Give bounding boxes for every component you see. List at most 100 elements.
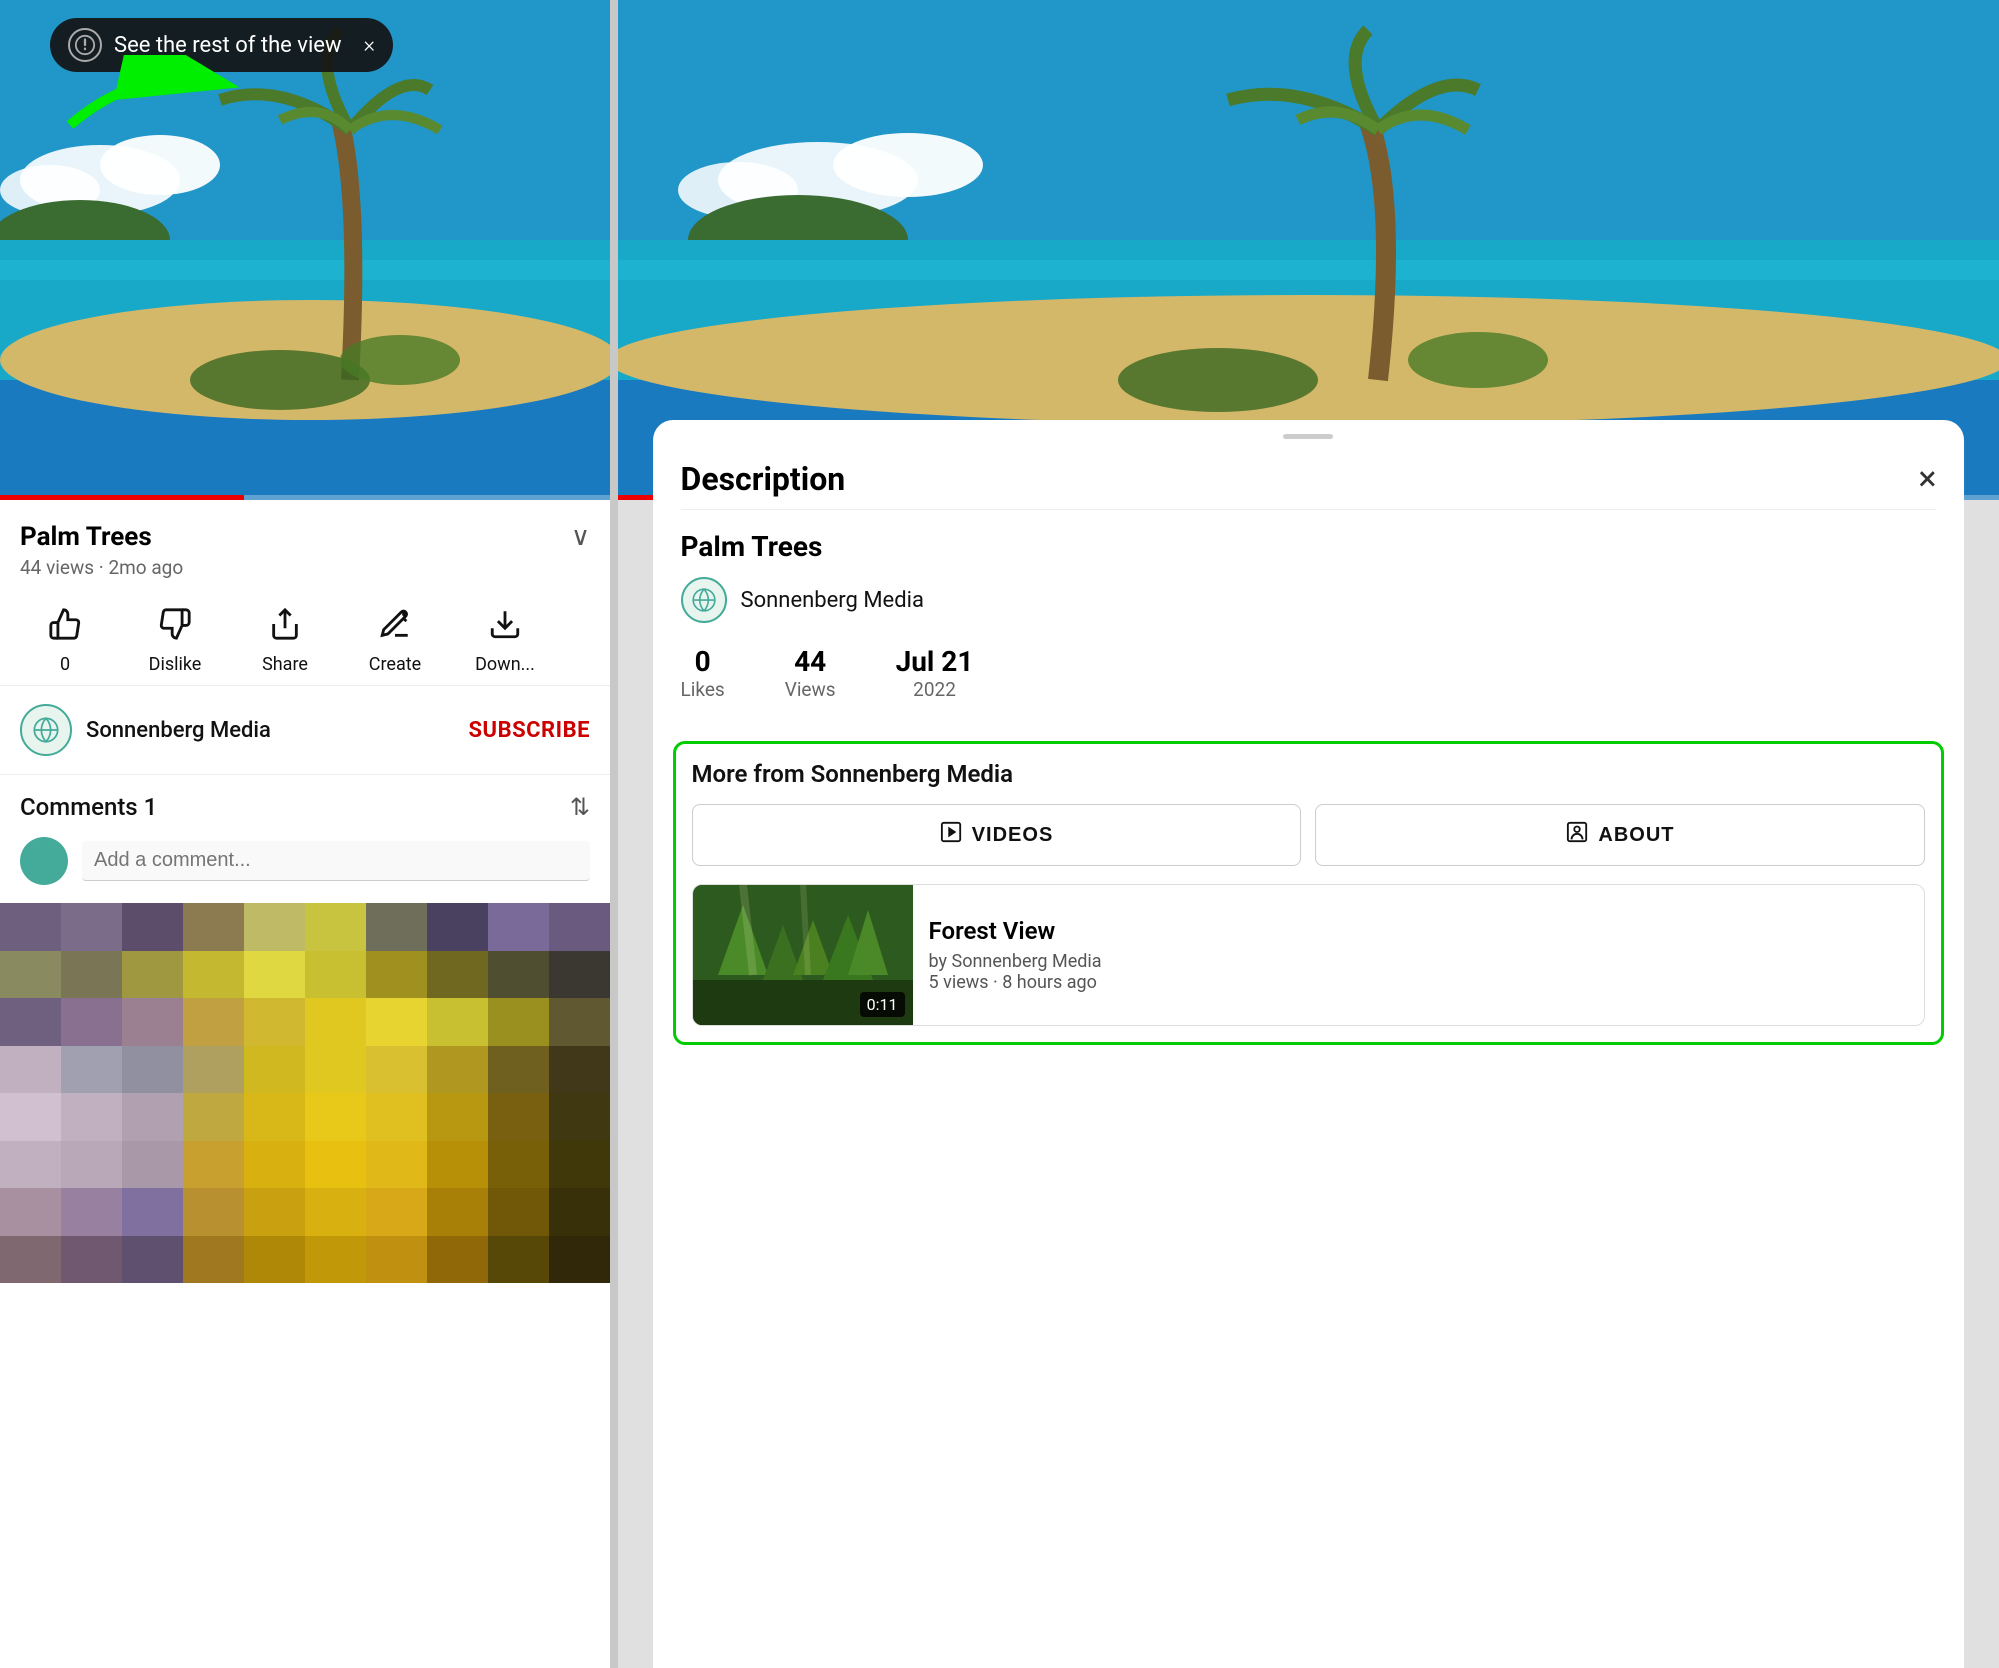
color-cell bbox=[427, 1141, 488, 1189]
color-cell bbox=[0, 1093, 61, 1141]
stat-views-label: Views bbox=[785, 678, 836, 701]
download-icon bbox=[488, 607, 522, 649]
stat-views: 44 Views bbox=[785, 645, 836, 701]
progress-bar-left bbox=[0, 495, 610, 500]
color-cell bbox=[0, 1046, 61, 1094]
like-count: 0 bbox=[60, 654, 70, 675]
color-cell bbox=[122, 1046, 183, 1094]
about-label: ABOUT bbox=[1598, 824, 1674, 847]
color-cell bbox=[183, 903, 244, 951]
stat-date-value: Jul 21 bbox=[896, 645, 974, 678]
color-cell bbox=[488, 1141, 549, 1189]
sort-icon[interactable]: ⇅ bbox=[570, 793, 590, 821]
panel-divider bbox=[610, 0, 618, 1668]
video-thumb: 0:11 bbox=[693, 885, 913, 1025]
color-cell bbox=[122, 998, 183, 1046]
videos-label: VIDEOS bbox=[972, 824, 1054, 847]
color-cell bbox=[427, 1188, 488, 1236]
color-cell bbox=[305, 998, 366, 1046]
color-cell bbox=[0, 903, 61, 951]
color-cell bbox=[183, 1093, 244, 1141]
color-cell bbox=[549, 998, 610, 1046]
expand-icon[interactable]: ∨ bbox=[571, 522, 590, 552]
channel-name: Sonnenberg Media bbox=[86, 718, 271, 743]
video-title: Palm Trees bbox=[20, 522, 152, 552]
video-duration: 0:11 bbox=[860, 992, 905, 1017]
toast-close-button[interactable]: × bbox=[364, 33, 376, 58]
color-cell bbox=[183, 951, 244, 999]
color-cell bbox=[549, 1236, 610, 1284]
related-video-card[interactable]: 0:11 Forest View by Sonnenberg Media 5 v… bbox=[692, 884, 1926, 1026]
download-button[interactable]: Down... bbox=[450, 607, 560, 675]
color-cell bbox=[183, 1141, 244, 1189]
video-card-title: Forest View bbox=[929, 917, 1102, 945]
color-cell bbox=[0, 951, 61, 999]
color-cell bbox=[61, 1141, 122, 1189]
color-cell bbox=[427, 903, 488, 951]
color-cell bbox=[122, 1093, 183, 1141]
color-cell bbox=[366, 1236, 427, 1284]
color-cell bbox=[183, 1188, 244, 1236]
share-label: Share bbox=[262, 654, 308, 675]
comments-section: Comments 1 ⇅ bbox=[0, 775, 610, 903]
color-cell bbox=[244, 1188, 305, 1236]
color-cell bbox=[122, 1141, 183, 1189]
color-cell bbox=[366, 1093, 427, 1141]
user-avatar bbox=[20, 837, 68, 885]
toast-text: See the rest of the view bbox=[114, 33, 342, 58]
video-card-info: Forest View by Sonnenberg Media 5 views … bbox=[913, 885, 1118, 1025]
color-cell bbox=[549, 903, 610, 951]
like-button[interactable]: 0 bbox=[10, 607, 120, 675]
color-cell bbox=[61, 951, 122, 999]
color-cell bbox=[244, 1141, 305, 1189]
desc-channel-avatar[interactable] bbox=[681, 577, 727, 623]
color-cell bbox=[549, 1141, 610, 1189]
color-cell bbox=[366, 903, 427, 951]
videos-button[interactable]: VIDEOS bbox=[692, 804, 1302, 866]
color-cell bbox=[549, 951, 610, 999]
stat-likes-label: Likes bbox=[681, 678, 725, 701]
subscribe-button[interactable]: SUBSCRIBE bbox=[469, 718, 590, 743]
create-button[interactable]: Create bbox=[340, 607, 450, 675]
color-cell bbox=[488, 998, 549, 1046]
channel-row: Sonnenberg Media SUBSCRIBE bbox=[0, 686, 610, 775]
channel-avatar[interactable] bbox=[20, 704, 72, 756]
stat-likes-value: 0 bbox=[695, 645, 711, 678]
color-cell bbox=[549, 1188, 610, 1236]
color-cell bbox=[305, 1141, 366, 1189]
action-row: 0 Dislike Share bbox=[0, 589, 610, 686]
color-cell bbox=[0, 1236, 61, 1284]
stat-likes: 0 Likes bbox=[681, 645, 725, 701]
color-cell bbox=[488, 1236, 549, 1284]
color-cell bbox=[488, 951, 549, 999]
color-cell bbox=[427, 1093, 488, 1141]
stats-row: 0 Likes 44 Views Jul 21 2022 bbox=[681, 645, 1937, 701]
create-label: Create bbox=[369, 654, 421, 675]
more-from-section: More from Sonnenberg Media VIDEOS bbox=[673, 741, 1945, 1045]
stat-views-value: 44 bbox=[794, 645, 826, 678]
color-cell bbox=[61, 903, 122, 951]
color-cell bbox=[427, 1046, 488, 1094]
color-cell bbox=[244, 903, 305, 951]
color-cell bbox=[61, 1188, 122, 1236]
modal-close-button[interactable]: × bbox=[1918, 459, 1936, 499]
share-button[interactable]: Share bbox=[230, 607, 340, 675]
video-area-left: See the rest of the view × bbox=[0, 0, 610, 500]
comments-title: Comments 1 bbox=[20, 793, 157, 821]
color-cell bbox=[488, 1046, 549, 1094]
color-cell bbox=[61, 1236, 122, 1284]
comment-input[interactable] bbox=[82, 841, 590, 881]
video-info: Palm Trees ∨ 44 views · 2mo ago bbox=[0, 500, 610, 589]
about-button[interactable]: ABOUT bbox=[1316, 804, 1926, 866]
color-cell bbox=[427, 998, 488, 1046]
color-grid bbox=[0, 903, 610, 1283]
dislike-button[interactable]: Dislike bbox=[120, 607, 230, 675]
color-cell bbox=[488, 1188, 549, 1236]
create-icon bbox=[378, 607, 412, 649]
person-icon bbox=[1566, 821, 1588, 849]
color-cell bbox=[122, 1188, 183, 1236]
stat-date: Jul 21 2022 bbox=[896, 645, 974, 701]
progress-fill-left bbox=[0, 495, 244, 500]
color-cell bbox=[549, 1046, 610, 1094]
color-cell bbox=[61, 1093, 122, 1141]
